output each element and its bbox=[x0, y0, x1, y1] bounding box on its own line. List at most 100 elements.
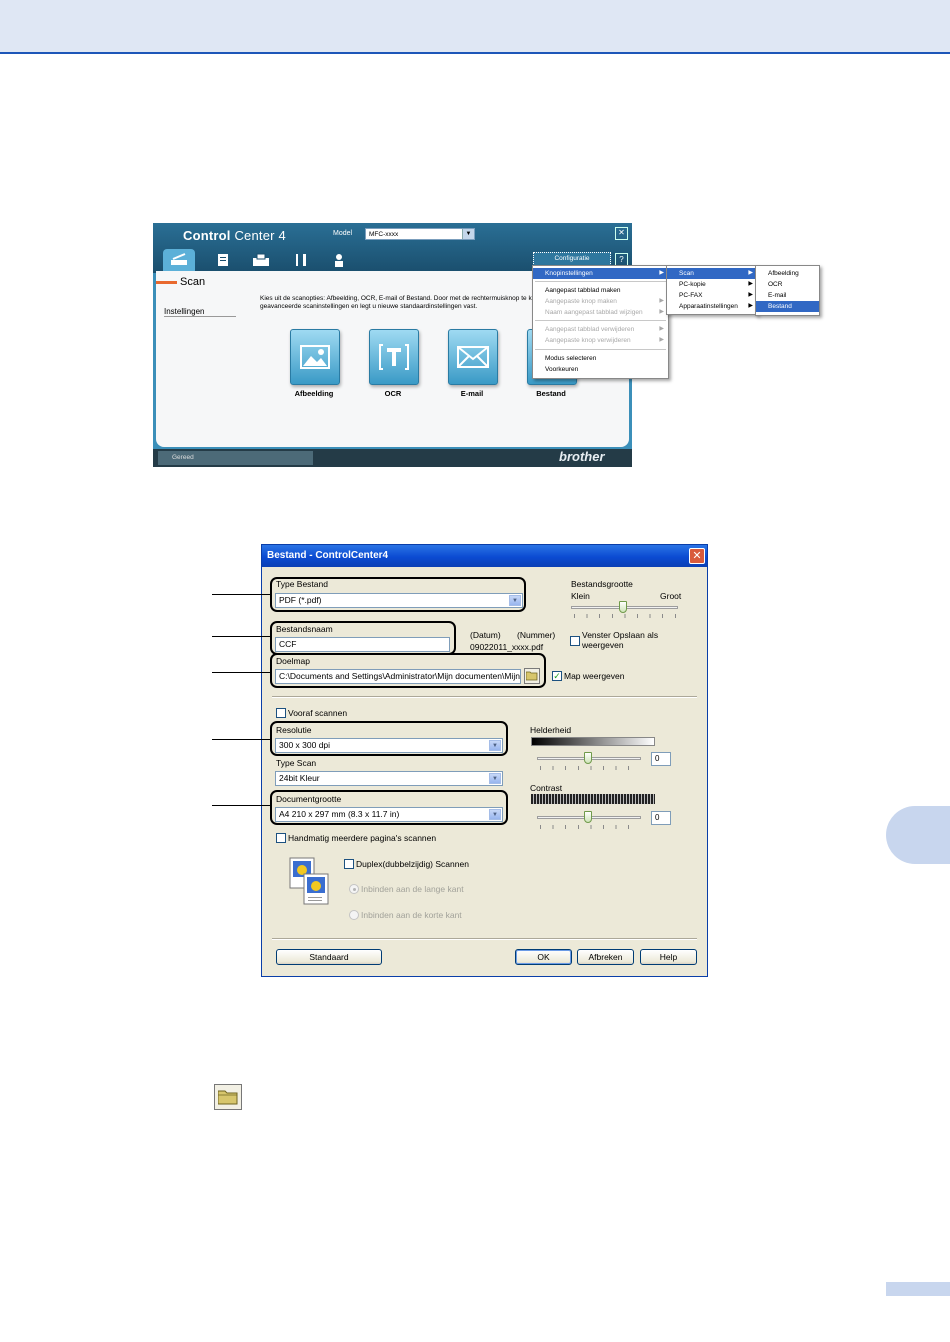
prescan-checkbox[interactable] bbox=[276, 708, 286, 718]
show-folder-label: Map weergeven bbox=[564, 671, 625, 681]
cancel-button[interactable]: Afbreken bbox=[577, 949, 634, 965]
scan-type-value: 24bit Kleur bbox=[279, 773, 320, 783]
submenu-arrow-icon: ▶ bbox=[659, 309, 664, 315]
file-size-large-label: Groot bbox=[660, 591, 682, 601]
scan-type-label: Type Scan bbox=[276, 758, 317, 768]
image-button[interactable] bbox=[290, 329, 340, 385]
settings-label: Instellingen bbox=[164, 307, 236, 317]
brightness-slider-thumb[interactable] bbox=[584, 752, 592, 764]
file-size-slider-thumb[interactable] bbox=[619, 601, 627, 613]
image-icon bbox=[300, 345, 330, 369]
menu-item-delete-tab[interactable]: Aangepast tabblad verwijderen ▶ bbox=[533, 324, 668, 335]
brightness-label: Helderheid bbox=[530, 725, 572, 735]
duplex-label: Duplex(dubbelzijdig) Scannen bbox=[356, 859, 469, 869]
file-size-label: Bestandsgrootte bbox=[571, 579, 633, 589]
page-header-band bbox=[0, 0, 950, 54]
show-folder-checkbox[interactable]: ✓ bbox=[552, 671, 562, 681]
dialog-help-button[interactable]: Help bbox=[640, 949, 697, 965]
scan-submenu: Afbeelding OCR E-mail Bestand bbox=[755, 265, 820, 316]
context-menu: Knopinstellingen ▶ Aangepast tabblad make… bbox=[532, 265, 669, 379]
contrast-slider-thumb[interactable] bbox=[584, 811, 592, 823]
manual-multipage-checkbox[interactable] bbox=[276, 833, 286, 843]
pc-copy-icon bbox=[218, 254, 228, 266]
date-label: (Datum) bbox=[470, 630, 501, 640]
ok-button[interactable]: OK bbox=[515, 949, 572, 965]
long-edge-radio[interactable] bbox=[349, 884, 359, 894]
submenu-item-label: Apparaatinstellingen bbox=[679, 303, 738, 310]
submenu-item-pc-copy[interactable]: PC-kopie ▶ bbox=[667, 279, 757, 290]
dialog-close-button[interactable]: ✕ bbox=[689, 548, 705, 564]
cc4-logo: Control Center 4 bbox=[183, 228, 286, 243]
short-edge-radio[interactable] bbox=[349, 910, 359, 920]
save-as-checkbox[interactable] bbox=[570, 636, 580, 646]
submenu-item-device-settings[interactable]: Apparaatinstellingen ▶ bbox=[667, 301, 757, 312]
tab-support[interactable] bbox=[323, 249, 355, 271]
ocr-button[interactable] bbox=[369, 329, 419, 385]
scan-submenu-item-email[interactable]: E-mail bbox=[756, 290, 819, 301]
section-accent-bar bbox=[156, 281, 177, 284]
page-number-tab bbox=[886, 1282, 950, 1296]
menu-item-rename-tab[interactable]: Naam aangepast tabblad wijzigen ▶ bbox=[533, 307, 668, 318]
callout-resolution bbox=[270, 721, 508, 756]
status-bar: Gereed brother bbox=[153, 449, 632, 467]
model-label: Model bbox=[333, 230, 353, 237]
menu-item-select-mode[interactable]: Modus selecteren bbox=[533, 353, 668, 364]
file-scan-dialog: Bestand - ControlCenter4 ✕ Type Bestand … bbox=[261, 544, 708, 977]
scan-type-select[interactable]: 24bit Kleur ▼ bbox=[275, 771, 503, 786]
callout-document-size bbox=[270, 790, 508, 825]
folder-button-illustration bbox=[214, 1084, 242, 1110]
menu-item-create-tab[interactable]: Aangepast tabblad maken bbox=[533, 285, 668, 296]
contrast-input[interactable]: 0 bbox=[651, 811, 671, 825]
menu-item-label: Knopinstellingen bbox=[545, 270, 593, 277]
menu-item-create-button[interactable]: Aangepaste knop maken ▶ bbox=[533, 296, 668, 307]
menu-item-delete-button[interactable]: Aangepaste knop verwijderen ▶ bbox=[533, 335, 668, 346]
submenu-item-label: PC-kopie bbox=[679, 281, 706, 288]
submenu-item-scan[interactable]: Scan ▶ bbox=[667, 268, 757, 279]
submenu-arrow-icon: ▶ bbox=[659, 298, 664, 304]
tab-pc-fax[interactable] bbox=[245, 249, 277, 271]
menu-separator bbox=[535, 281, 666, 282]
scan-submenu-item-file[interactable]: Bestand bbox=[756, 301, 819, 312]
configure-button[interactable]: Configuratie bbox=[533, 252, 611, 266]
duplex-checkbox[interactable] bbox=[344, 859, 354, 869]
email-button[interactable] bbox=[448, 329, 498, 385]
tab-device-settings[interactable] bbox=[285, 249, 317, 271]
tab-scan[interactable] bbox=[163, 249, 195, 271]
callout-leader-2 bbox=[212, 636, 270, 637]
cc4-close-button[interactable]: ✕ bbox=[615, 227, 628, 240]
menu-separator bbox=[535, 349, 666, 350]
model-select-value: MFC-xxxx bbox=[369, 231, 399, 238]
support-icon bbox=[335, 254, 343, 267]
buttons-divider bbox=[272, 938, 697, 940]
submenu-arrow-icon: ▶ bbox=[748, 303, 753, 309]
submenu-arrow-icon: ▶ bbox=[748, 281, 753, 287]
callout-file-type bbox=[270, 577, 526, 612]
model-select[interactable]: MFC-xxxx ▼ bbox=[365, 228, 475, 240]
menu-item-label: Aangepaste knop verwijderen bbox=[545, 337, 631, 344]
contrast-label: Contrast bbox=[530, 783, 563, 793]
device-settings-icon bbox=[296, 254, 306, 266]
chevron-down-icon[interactable]: ▼ bbox=[462, 229, 474, 239]
email-button-label: E-mail bbox=[460, 389, 484, 398]
callout-leader-3 bbox=[212, 672, 270, 673]
submenu-item-label: PC-FAX bbox=[679, 292, 703, 299]
default-settings-button[interactable]: Standaard bbox=[276, 949, 382, 965]
menu-item-label: Aangepaste knop maken bbox=[545, 298, 617, 305]
menu-item-preferences[interactable]: Voorkeuren bbox=[533, 364, 668, 375]
submenu-item-pc-fax[interactable]: PC-FAX ▶ bbox=[667, 290, 757, 301]
menu-item-label: Naam aangepast tabblad wijzigen bbox=[545, 309, 643, 316]
folder-icon bbox=[218, 1090, 238, 1105]
scan-submenu-item-image[interactable]: Afbeelding bbox=[756, 268, 819, 279]
short-edge-label: Inbinden aan de korte kant bbox=[361, 910, 462, 920]
submenu-arrow-icon: ▶ bbox=[748, 292, 753, 298]
section-title: Scan bbox=[180, 276, 206, 288]
callout-folder bbox=[270, 653, 546, 688]
brightness-input[interactable]: 0 bbox=[651, 752, 671, 766]
menu-item-button-settings[interactable]: Knopinstellingen ▶ bbox=[533, 268, 668, 279]
tab-pc-copy[interactable] bbox=[207, 249, 239, 271]
duplex-pages-icon bbox=[288, 856, 330, 906]
manual-multipage-label: Handmatig meerdere pagina's scannen bbox=[288, 833, 437, 843]
ocr-button-label: OCR bbox=[384, 389, 402, 398]
scan-submenu-item-ocr[interactable]: OCR bbox=[756, 279, 819, 290]
chevron-down-icon[interactable]: ▼ bbox=[489, 773, 501, 784]
